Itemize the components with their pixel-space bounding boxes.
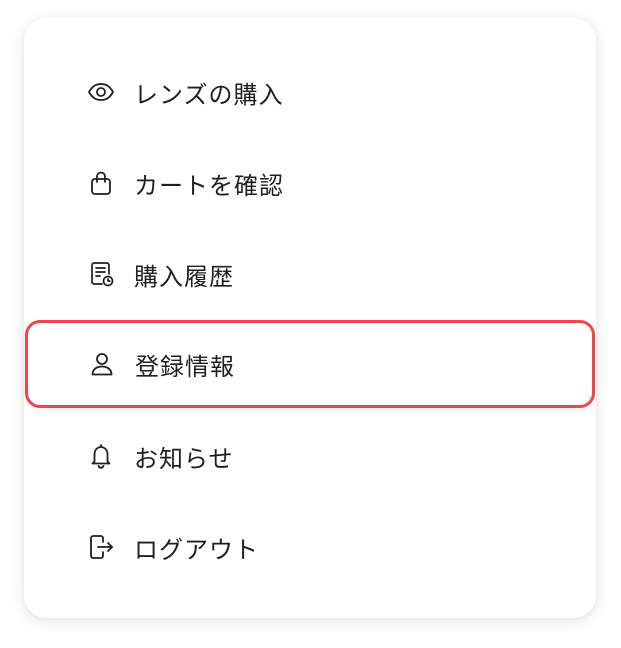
menu-item-label: ログアウト: [134, 535, 259, 564]
bell-icon: [87, 442, 115, 470]
menu-item-label: 登録情報: [135, 352, 235, 381]
menu-item-label: カートを確認: [134, 171, 284, 200]
menu-item-buy-lenses[interactable]: レンズの購入: [24, 47, 596, 137]
menu-item-view-cart[interactable]: カートを確認: [24, 138, 596, 228]
menu-item-logout[interactable]: ログアウト: [24, 502, 596, 592]
menu-item-notifications[interactable]: お知らせ: [24, 411, 596, 501]
account-menu: レンズの購入 カートを確認 購入履歴 登録情報 お知らせ ログアウト: [24, 18, 596, 618]
user-icon: [88, 350, 116, 378]
shopping-bag-icon: [87, 169, 115, 197]
menu-item-label: 購入履歴: [134, 262, 234, 291]
logout-icon: [87, 533, 115, 561]
menu-item-label: レンズの購入: [134, 80, 284, 109]
eye-icon: [87, 78, 115, 106]
menu-item-registration-info[interactable]: 登録情報: [25, 320, 595, 408]
menu-item-label: お知らせ: [134, 444, 234, 473]
menu-item-purchase-history[interactable]: 購入履歴: [24, 229, 596, 319]
receipt-clock-icon: [87, 260, 115, 288]
